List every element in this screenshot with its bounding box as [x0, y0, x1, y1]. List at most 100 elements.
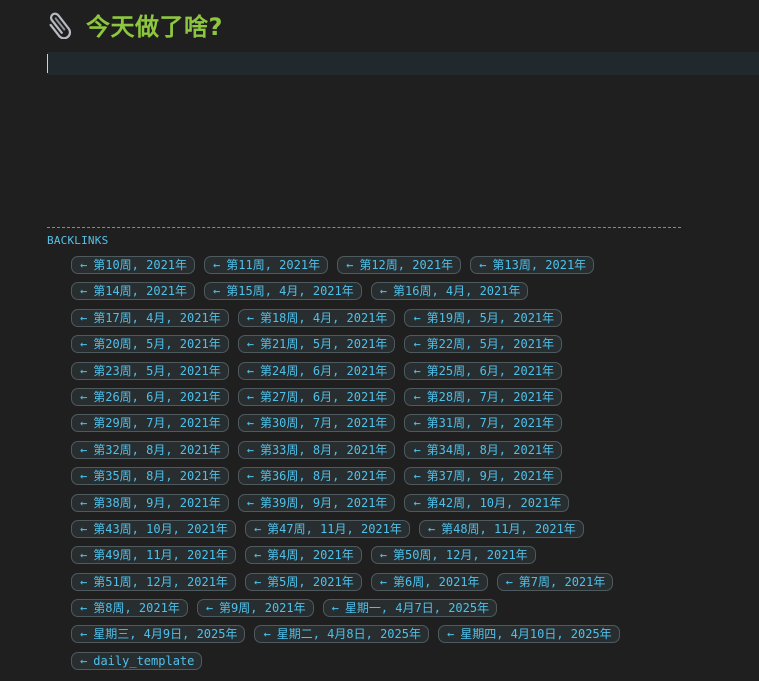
backlinks-row: ← 第10周, 2021年 ← 第11周, 2021年 ← 第12周, 2021年 ← 第13…: [71, 256, 711, 282]
backlink-chip[interactable]: ← 第37周, 9月, 2021年: [404, 467, 563, 486]
backlink-chip[interactable]: ← 第9周, 2021年: [196, 599, 314, 618]
backlink-chip[interactable]: ← 第11周, 2021年: [204, 256, 329, 274]
backlink-label: 第34周, 8月, 2021年: [426, 442, 555, 457]
backlink-chip[interactable]: ← 第28周, 7月, 2021年: [404, 387, 563, 406]
arrow-left-icon: ←: [80, 548, 88, 563]
backlink-chip[interactable]: ← 第24周, 6月, 2021年: [237, 361, 396, 380]
arrow-left-icon: ←: [253, 574, 262, 589]
backlink-chip[interactable]: ← 第27周, 6月, 2021年: [237, 387, 396, 406]
backlinks-row: ← 第35周, 8月, 2021年 ← 第36周, 8月, 2021年 ← 第37周, 9…: [71, 467, 711, 493]
backlink-label: 第20周, 5月, 2021年: [93, 337, 221, 352]
backlink-label: 第7周, 2021年: [518, 574, 606, 589]
editor-input[interactable]: [47, 52, 759, 75]
backlink-label: 第18周, 4月, 2021年: [259, 310, 388, 325]
backlink-label: 第16周, 4月, 2021年: [393, 284, 521, 299]
arrow-left-icon: ←: [80, 495, 88, 510]
backlink-chip[interactable]: ← 星期二, 4月8日, 2025年: [254, 625, 429, 644]
arrow-left-icon: ←: [246, 310, 254, 325]
backlink-chip[interactable]: ← 第51周, 12月, 2021年: [71, 572, 236, 591]
backlink-label: 第32周, 8月, 2021年: [93, 442, 221, 457]
backlink-chip[interactable]: ← 星期三, 4月9日, 2025年: [71, 625, 246, 644]
arrow-left-icon: ←: [80, 363, 88, 378]
backlink-chip[interactable]: ← 第47周, 11月, 2021年: [244, 519, 410, 538]
page-header: 今天做了啥?: [46, 6, 223, 42]
backlink-label: 第10周, 2021年: [93, 258, 188, 272]
arrow-left-icon: ←: [80, 284, 88, 299]
backlink-chip[interactable]: ← 第14周, 2021年: [71, 282, 196, 301]
backlink-chip[interactable]: ← 第26周, 6月, 2021年: [71, 387, 229, 406]
backlinks-row: ← 第17周, 4月, 2021年 ← 第18周, 4月, 2021年 ← 第19周, 5…: [71, 308, 711, 335]
backlink-chip[interactable]: ← daily_template: [71, 651, 203, 670]
backlink-chip[interactable]: ← 第10周, 2021年: [71, 256, 196, 274]
backlink-chip[interactable]: ← 第36周, 8月, 2021年: [237, 467, 396, 486]
backlinks-divider: [47, 227, 681, 228]
backlink-chip[interactable]: ← 第50周, 12月, 2021年: [370, 546, 536, 565]
backlink-chip[interactable]: ← 星期四, 4月10日, 2025年: [437, 625, 620, 644]
backlink-chip[interactable]: ← 第23周, 5月, 2021年: [71, 361, 229, 380]
backlinks-row: ← 第26周, 6月, 2021年 ← 第27周, 6月, 2021年 ← 第28周, 7…: [71, 387, 711, 414]
backlink-chip[interactable]: ← 第19周, 5月, 2021年: [404, 308, 563, 327]
backlinks-row: ← 第43周, 10月, 2021年 ← 第47周, 11月, 2021年 ← 第48周,…: [71, 519, 711, 546]
arrow-left-icon: ←: [446, 627, 455, 642]
backlink-chip[interactable]: ← 第21周, 5月, 2021年: [237, 335, 396, 354]
backlink-label: 星期四, 4月10日, 2025年: [460, 627, 612, 642]
backlink-chip[interactable]: ← 第25周, 6月, 2021年: [404, 361, 563, 380]
backlink-label: 第12周, 2021年: [359, 258, 454, 272]
backlink-chip[interactable]: ← 第8周, 2021年: [71, 599, 188, 618]
backlink-chip[interactable]: ← 第35周, 8月, 2021年: [71, 467, 229, 486]
arrow-left-icon: ←: [413, 495, 421, 510]
backlink-label: 第33周, 8月, 2021年: [259, 442, 388, 457]
backlink-chip[interactable]: ← 第5周, 2021年: [244, 572, 362, 591]
arrow-left-icon: ←: [413, 363, 421, 378]
backlink-chip[interactable]: ← 第32周, 8月, 2021年: [71, 440, 229, 459]
arrow-left-icon: ←: [413, 310, 421, 325]
backlink-label: 第4周, 2021年: [267, 548, 354, 563]
backlink-chip[interactable]: ← 第4周, 2021年: [244, 546, 362, 565]
backlink-chip[interactable]: ← 第34周, 8月, 2021年: [404, 440, 563, 459]
backlink-chip[interactable]: ← 第12周, 2021年: [337, 256, 462, 274]
backlink-chip[interactable]: ← 星期一, 4月7日, 2025年: [322, 599, 498, 618]
backlink-label: 第31周, 7月, 2021年: [426, 416, 555, 431]
backlink-chip[interactable]: ← 第20周, 5月, 2021年: [71, 335, 229, 354]
backlink-label: 第39周, 9月, 2021年: [259, 495, 388, 510]
arrow-left-icon: ←: [379, 284, 387, 299]
backlink-chip[interactable]: ← 第15周, 4月, 2021年: [204, 282, 362, 301]
backlink-chip[interactable]: ← 第16周, 4月, 2021年: [370, 282, 529, 301]
backlink-chip[interactable]: ← 第22周, 5月, 2021年: [404, 335, 563, 354]
backlink-chip[interactable]: ← 第38周, 9月, 2021年: [71, 493, 229, 512]
backlink-label: 第11周, 2021年: [226, 258, 321, 272]
arrow-left-icon: ←: [80, 258, 88, 272]
arrow-left-icon: ←: [246, 416, 254, 431]
backlink-label: 第38周, 9月, 2021年: [93, 495, 221, 510]
backlinks-row: ← 第20周, 5月, 2021年 ← 第21周, 5月, 2021年 ← 第22周, 5…: [71, 335, 711, 361]
arrow-left-icon: ←: [413, 337, 421, 352]
backlink-chip[interactable]: ← 第42周, 10月, 2021年: [404, 493, 570, 512]
backlink-chip[interactable]: ← 第33周, 8月, 2021年: [237, 440, 396, 459]
backlink-label: 第26周, 6月, 2021年: [93, 389, 221, 404]
backlink-label: 第27周, 6月, 2021年: [259, 389, 388, 404]
backlink-chip[interactable]: ← 第18周, 4月, 2021年: [237, 308, 396, 327]
backlink-chip[interactable]: ← 第6周, 2021年: [370, 572, 488, 591]
backlink-label: 第50周, 12月, 2021年: [392, 548, 528, 563]
arrow-left-icon: ←: [479, 258, 487, 272]
arrow-left-icon: ←: [246, 442, 254, 457]
backlink-label: 第37周, 9月, 2021年: [426, 469, 555, 484]
arrow-left-icon: ←: [427, 521, 436, 536]
backlink-chip[interactable]: ← 第13周, 2021年: [470, 256, 595, 274]
arrow-left-icon: ←: [246, 469, 254, 484]
arrow-left-icon: ←: [379, 548, 387, 563]
backlink-chip[interactable]: ← 第7周, 2021年: [496, 572, 614, 591]
backlink-chip[interactable]: ← 第30周, 7月, 2021年: [237, 414, 396, 433]
backlink-chip[interactable]: ← 第43周, 10月, 2021年: [71, 519, 236, 538]
backlink-label: daily_template: [93, 653, 195, 668]
backlink-chip[interactable]: ← 第39周, 9月, 2021年: [237, 493, 396, 512]
arrow-left-icon: ←: [331, 601, 339, 616]
backlink-chip[interactable]: ← 第49周, 11月, 2021年: [71, 546, 236, 565]
backlink-label: 第43周, 10月, 2021年: [93, 521, 228, 536]
backlink-chip[interactable]: ← 第17周, 4月, 2021年: [71, 308, 229, 327]
backlink-chip[interactable]: ← 第31周, 7月, 2021年: [404, 414, 563, 433]
backlink-chip[interactable]: ← 第29周, 7月, 2021年: [71, 414, 229, 433]
backlink-chip[interactable]: ← 第48周, 11月, 2021年: [418, 519, 584, 538]
arrow-left-icon: ←: [379, 574, 387, 589]
arrow-left-icon: ←: [246, 495, 254, 510]
